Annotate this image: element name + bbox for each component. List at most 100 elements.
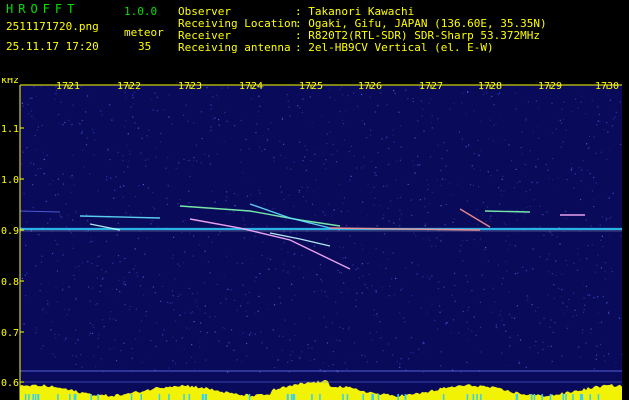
noise-dot xyxy=(210,104,212,106)
noise-dot xyxy=(117,255,120,257)
noise-dot xyxy=(221,87,223,89)
noise-dot xyxy=(103,326,105,328)
noise-dot xyxy=(266,309,268,311)
noise-dot xyxy=(550,232,552,234)
image-filename: 2511171720.png xyxy=(6,20,99,33)
noise-dot xyxy=(280,248,282,250)
noise-dot xyxy=(539,256,541,258)
noise-dot xyxy=(234,125,236,127)
noise-dot xyxy=(348,151,350,153)
noise-dot xyxy=(246,342,248,345)
noise-dot xyxy=(344,139,346,141)
noise-dot xyxy=(328,203,330,205)
noise-dot xyxy=(141,137,143,139)
noise-dot xyxy=(597,254,599,256)
noise-dot xyxy=(497,140,500,142)
time-tick-label: 1730 xyxy=(595,81,619,92)
noise-dot xyxy=(428,102,430,104)
noise-dot xyxy=(57,122,60,124)
noise-dot xyxy=(394,92,396,95)
meter-spike xyxy=(57,394,59,400)
noise-dot xyxy=(209,316,211,318)
noise-dot xyxy=(288,194,290,196)
noise-dot xyxy=(373,186,375,188)
noise-dot xyxy=(376,313,378,315)
noise-dot xyxy=(331,322,334,324)
noise-dot xyxy=(552,179,554,181)
noise-dot xyxy=(155,345,157,347)
noise-dot xyxy=(445,323,447,325)
noise-dot xyxy=(350,145,352,147)
noise-dot xyxy=(267,128,269,130)
noise-dot xyxy=(467,91,469,93)
noise-dot xyxy=(381,286,383,288)
noise-dot xyxy=(246,355,248,357)
noise-dot xyxy=(309,317,311,319)
noise-dot xyxy=(467,309,469,311)
noise-dot xyxy=(531,268,534,270)
noise-dot xyxy=(127,133,129,135)
time-tick-label: 1726 xyxy=(358,81,382,92)
noise-dot xyxy=(192,255,194,257)
noise-dot xyxy=(600,151,602,153)
noise-dot xyxy=(506,270,508,272)
meter-spike xyxy=(204,394,207,400)
noise-dot xyxy=(283,231,285,233)
noise-dot xyxy=(116,234,118,236)
meter-spike xyxy=(97,394,99,400)
noise-dot xyxy=(80,85,82,88)
noise-dot xyxy=(479,301,482,303)
meter-spike xyxy=(572,394,574,400)
noise-dot xyxy=(596,264,598,266)
meter-spike xyxy=(183,394,185,400)
noise-dot xyxy=(489,218,491,220)
noise-dot xyxy=(424,225,426,227)
noise-dot xyxy=(258,146,261,148)
noise-dot xyxy=(75,329,77,331)
noise-dot xyxy=(320,267,322,269)
noise-dot xyxy=(246,315,248,317)
noise-dot xyxy=(574,309,576,311)
noise-dot xyxy=(291,283,293,285)
noise-dot xyxy=(273,160,275,162)
noise-dot xyxy=(593,136,595,138)
noise-dot xyxy=(466,361,468,363)
noise-dot xyxy=(250,332,252,334)
noise-dot xyxy=(333,209,335,211)
noise-dot xyxy=(296,233,298,235)
noise-dot xyxy=(228,342,230,344)
noise-dot xyxy=(32,206,34,209)
noise-dot xyxy=(399,312,401,314)
noise-dot xyxy=(248,148,250,150)
noise-dot xyxy=(367,184,369,186)
freq-tick-label: 0.6 xyxy=(1,378,19,389)
noise-dot xyxy=(65,337,67,339)
noise-dot xyxy=(428,203,430,205)
noise-dot xyxy=(371,339,373,341)
noise-dot xyxy=(516,231,518,233)
noise-dot xyxy=(199,346,201,348)
noise-dot xyxy=(85,144,88,146)
noise-dot xyxy=(116,297,118,300)
noise-dot xyxy=(551,273,553,275)
noise-dot xyxy=(319,369,321,371)
noise-dot xyxy=(37,126,39,128)
noise-dot xyxy=(399,218,401,220)
noise-dot xyxy=(330,153,332,155)
noise-dot xyxy=(287,251,289,253)
noise-dot xyxy=(212,118,214,120)
noise-dot xyxy=(314,340,316,342)
noise-dot xyxy=(405,267,407,269)
noise-dot xyxy=(606,217,608,219)
noise-dot xyxy=(345,110,347,112)
noise-dot xyxy=(374,172,376,174)
noise-dot xyxy=(439,311,441,313)
noise-dot xyxy=(537,158,539,160)
noise-dot xyxy=(200,111,202,113)
noise-dot xyxy=(505,260,507,263)
meter-spike xyxy=(472,394,475,400)
noise-dot xyxy=(542,214,544,216)
noise-dot xyxy=(266,347,268,349)
noise-dot xyxy=(254,333,256,335)
noise-dot xyxy=(506,248,508,250)
